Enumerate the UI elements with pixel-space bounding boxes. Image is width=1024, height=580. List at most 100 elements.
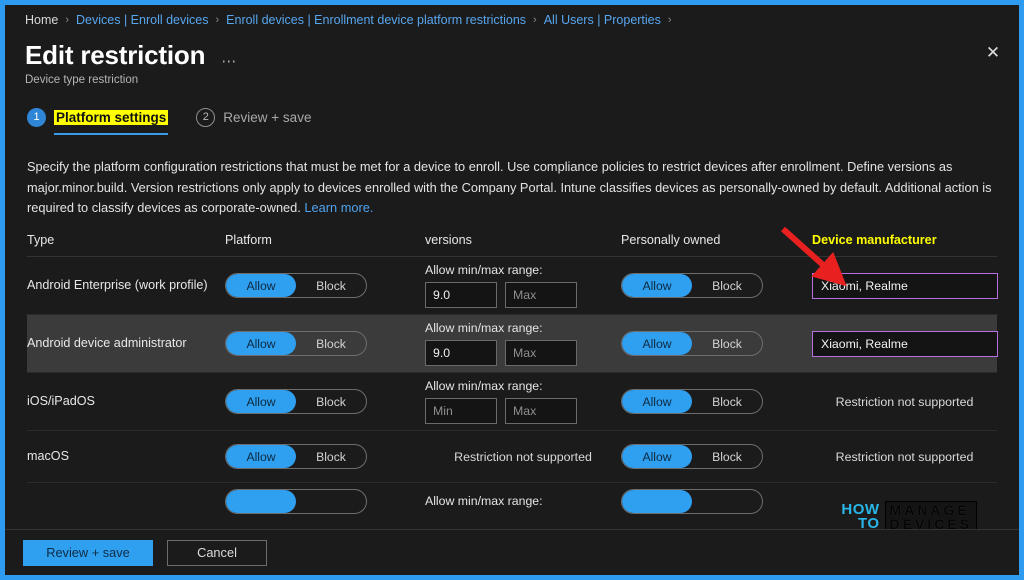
toggle-allow-segment[interactable]: Allow [622,445,692,469]
table-row: macOS Allow Block Restriction not suppor… [27,431,997,484]
row-type-label: Android Enterprise (work profile) [27,277,208,292]
version-min-input[interactable] [425,282,497,309]
breadcrumb-item-home[interactable]: Home [25,13,58,27]
platform-allow-block-toggle[interactable] [225,489,367,515]
personally-owned-allow-block-toggle[interactable] [621,489,763,515]
blade-header: Edit restriction ⋯ Device type restricti… [5,35,1019,86]
breadcrumb-item-enrollment-device-platform-restrictions[interactable]: Enroll devices | Enrollment device platf… [226,13,526,27]
tab-review-save-label: Review + save [223,109,312,125]
platform-toggle-cell: Allow Block [225,273,425,299]
versions-not-supported: Restriction not supported [454,449,592,464]
table-row: Android device administrator Allow Block… [27,315,998,374]
row-type-label: macOS [27,448,69,463]
versions-cell: Allow min/max range: [425,321,621,367]
watermark-how-to: HOW TO [841,502,879,532]
personally-owned-toggle-cell: Allow Block [621,331,812,357]
toggle-allow-segment[interactable]: Allow [226,274,296,298]
device-manufacturer-cell [812,330,998,357]
breadcrumb-separator: › [65,14,70,26]
table-header-row: Type Platform versions Personally owned … [27,233,997,258]
toggle-block-segment[interactable]: Block [692,445,762,468]
toggle-allow-segment[interactable] [622,490,692,514]
device-manufacturer-not-supported: Restriction not supported [835,394,974,409]
toggle-block-segment[interactable]: Block [296,445,366,468]
versions-range-label: Allow min/max range: [425,263,543,278]
platform-toggle-cell: Allow Block [225,389,425,415]
personally-owned-allow-block-toggle[interactable]: Allow Block [621,331,763,357]
watermark-manage-text: MANAGE [889,502,970,518]
table-row: iOS/iPadOS Allow Block Allow min/max ran… [27,373,997,432]
toggle-block-segment[interactable] [692,490,762,513]
column-header-versions: versions [425,233,472,248]
personally-owned-toggle-cell: Allow Block [621,273,812,299]
versions-range-label: Allow min/max range: [425,379,543,394]
toggle-allow-segment[interactable]: Allow [226,445,296,469]
toggle-block-segment[interactable]: Block [692,332,762,355]
breadcrumb-separator: › [667,14,672,26]
toggle-block-segment[interactable] [296,490,366,513]
version-min-input[interactable] [425,398,497,425]
toggle-allow-segment[interactable]: Allow [226,332,296,356]
wizard-tabs: 1 Platform settings 2 Review + save [5,86,1019,135]
page-title: Edit restriction [25,40,206,70]
personally-owned-allow-block-toggle[interactable]: Allow Block [621,273,763,299]
platform-allow-block-toggle[interactable]: Allow Block [225,444,367,470]
version-max-input[interactable] [505,282,577,309]
device-manufacturer-not-supported: Restriction not supported [835,449,974,464]
platform-toggle-cell: Allow Block [225,331,425,357]
personally-owned-toggle-cell: Allow Block [621,389,812,415]
cancel-button[interactable]: Cancel [167,539,267,566]
platform-allow-block-toggle[interactable]: Allow Block [225,273,367,299]
column-header-device-manufacturer: Device manufacturer [812,233,937,248]
device-manufacturer-input[interactable] [812,330,998,357]
blade-footer: Review + save Cancel [5,529,1019,575]
close-icon[interactable]: ✕ [977,37,1009,69]
device-manufacturer-input[interactable] [812,272,998,299]
personally-owned-allow-block-toggle[interactable]: Allow Block [621,444,763,470]
toggle-block-segment[interactable]: Block [296,332,366,355]
personally-owned-toggle-cell [621,489,812,518]
table-row: Android Enterprise (work profile) Allow … [27,257,998,316]
title-row: Edit restriction ⋯ [25,40,999,71]
tab-number-icon: 1 [27,107,46,127]
toggle-block-segment[interactable]: Block [296,274,366,297]
column-header-personally-owned: Personally owned [621,233,721,248]
more-options-icon[interactable]: ⋯ [221,52,238,70]
tab-active-underline [54,132,169,135]
tab-platform-settings[interactable]: 1 Platform settings [27,107,169,135]
toggle-allow-segment[interactable]: Allow [622,390,692,414]
toggle-allow-segment[interactable]: Allow [622,274,692,298]
learn-more-link[interactable]: Learn more. [304,200,373,215]
review-save-button[interactable]: Review + save [23,539,153,566]
version-max-input[interactable] [505,398,577,425]
personally-owned-toggle-cell: Allow Block [621,444,812,470]
version-min-input[interactable] [425,340,497,367]
versions-range-label: Allow min/max range: [425,494,543,509]
breadcrumb-item-all-users-properties[interactable]: All Users | Properties [544,13,661,27]
versions-cell: Allow min/max range: [425,494,621,513]
toggle-block-segment[interactable]: Block [296,390,366,413]
versions-cell: Allow min/max range: [425,263,621,309]
personally-owned-allow-block-toggle[interactable]: Allow Block [621,389,763,415]
versions-cell: Allow min/max range: [425,379,621,425]
versions-inputs [425,282,611,309]
toggle-block-segment[interactable]: Block [692,274,762,297]
platform-allow-block-toggle[interactable]: Allow Block [225,331,367,357]
toggle-allow-segment[interactable] [226,490,296,514]
versions-inputs [425,340,611,367]
breadcrumb: Home › Devices | Enroll devices › Enroll… [5,5,1019,35]
toggle-block-segment[interactable]: Block [692,390,762,413]
platform-restrictions-table: Type Platform versions Personally owned … [27,233,998,524]
breadcrumb-item-devices-enroll-devices[interactable]: Devices | Enroll devices [76,13,208,27]
column-header-type: Type [27,233,55,248]
tab-number-icon: 2 [196,107,216,127]
platform-allow-block-toggle[interactable]: Allow Block [225,389,367,415]
platform-toggle-cell: Allow Block [225,444,425,470]
toggle-allow-segment[interactable]: Allow [226,390,296,414]
breadcrumb-separator: › [533,14,537,26]
device-manufacturer-cell [812,272,998,299]
toggle-allow-segment[interactable]: Allow [622,332,692,356]
version-max-input[interactable] [505,340,577,367]
column-header-platform: Platform [225,233,272,248]
tab-review-save[interactable]: 2 Review + save [196,107,312,135]
